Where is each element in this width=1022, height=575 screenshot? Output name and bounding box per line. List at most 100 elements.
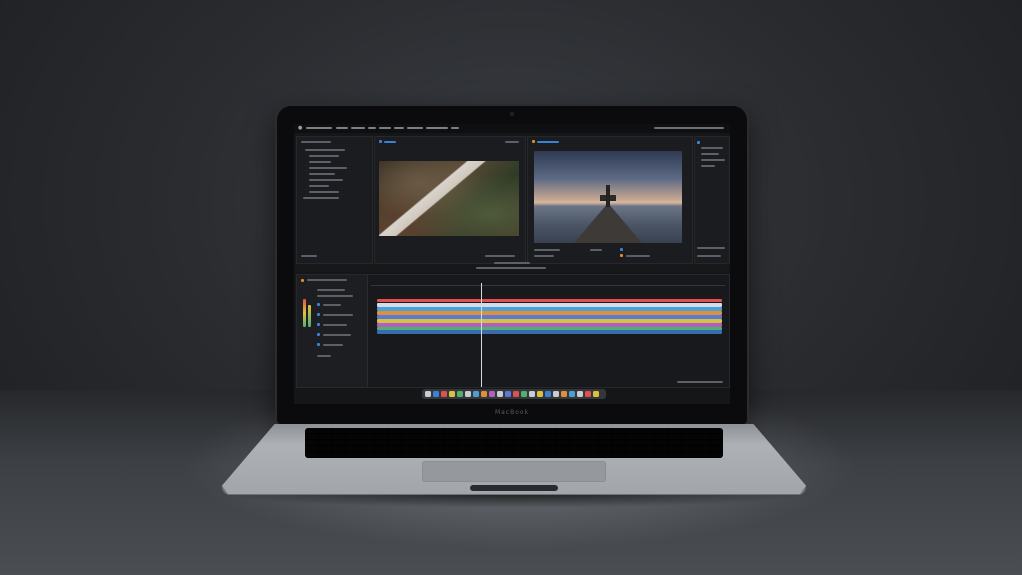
menu-item[interactable] [368, 127, 376, 129]
program-info [534, 255, 554, 257]
monitor-controls[interactable] [505, 141, 519, 143]
menu-bar: ● [294, 124, 730, 133]
monitor-tab-label[interactable] [384, 141, 396, 143]
track-label [323, 304, 341, 306]
panel-footer [697, 247, 725, 249]
dock-app-icon[interactable] [489, 391, 495, 397]
program-monitor [527, 136, 693, 264]
trackpad [422, 461, 606, 482]
program-video-frame [534, 151, 682, 243]
timeline-footer [677, 381, 723, 383]
dock-app-icon[interactable] [593, 391, 599, 397]
dock [422, 389, 606, 399]
list-item[interactable] [701, 153, 719, 155]
audio-meter [303, 299, 306, 327]
track-icon[interactable] [317, 313, 320, 316]
menu-item[interactable] [336, 127, 348, 129]
list-item[interactable] [701, 159, 725, 161]
laptop-lid: ● MacBook [277, 106, 747, 424]
timeline-tab[interactable] [301, 279, 304, 282]
dock-app-icon[interactable] [465, 391, 471, 397]
menu-item[interactable] [407, 127, 423, 129]
track-icon[interactable] [317, 303, 320, 306]
dock-app-icon[interactable] [473, 391, 479, 397]
list-item[interactable] [309, 167, 347, 169]
dock-app-icon[interactable] [505, 391, 511, 397]
pier-lamp [606, 185, 610, 207]
timeline-panel [296, 274, 730, 388]
menu-item[interactable] [394, 127, 404, 129]
playback-buttons[interactable] [476, 267, 546, 269]
list-item[interactable] [309, 155, 339, 157]
timecode [485, 255, 515, 257]
dock-app-icon[interactable] [521, 391, 527, 397]
pier [574, 203, 642, 243]
dock-app-icon[interactable] [457, 391, 463, 397]
apple-icon[interactable]: ● [298, 125, 302, 131]
transport-controls [296, 262, 728, 272]
track-label [323, 344, 343, 346]
list-item[interactable] [701, 147, 723, 149]
laptop-brand-label: MacBook [494, 409, 530, 416]
program-icon[interactable] [620, 248, 623, 251]
dock-app-icon[interactable] [441, 391, 447, 397]
dock-app-icon[interactable] [553, 391, 559, 397]
play-icon[interactable] [494, 262, 530, 264]
time-ruler[interactable] [371, 279, 725, 286]
list-item[interactable] [305, 149, 345, 151]
list-item[interactable] [309, 161, 331, 163]
camera-icon [510, 112, 514, 116]
monitor-tab[interactable] [379, 140, 382, 143]
dock-app-icon[interactable] [497, 391, 503, 397]
track-label [323, 324, 347, 326]
screen: ● [294, 124, 730, 404]
dock-app-icon[interactable] [433, 391, 439, 397]
dock-app-icon[interactable] [577, 391, 583, 397]
list-item[interactable] [701, 165, 715, 167]
program-icon[interactable] [620, 254, 623, 257]
effects-panel [694, 136, 730, 264]
list-item[interactable] [309, 191, 339, 193]
menu-item[interactable] [351, 127, 365, 129]
panel-icon[interactable] [697, 141, 700, 144]
menu-item[interactable] [306, 127, 332, 129]
source-video-frame [379, 161, 519, 236]
menu-item[interactable] [379, 127, 391, 129]
track-icon[interactable] [317, 323, 320, 326]
dock-app-icon[interactable] [449, 391, 455, 397]
dock-app-icon[interactable] [585, 391, 591, 397]
track-label [317, 295, 353, 297]
menu-item[interactable] [451, 127, 459, 129]
dock-app-icon[interactable] [513, 391, 519, 397]
list-item[interactable] [309, 179, 343, 181]
dock-app-icon[interactable] [537, 391, 543, 397]
dock-app-icon[interactable] [425, 391, 431, 397]
track-label [317, 289, 345, 291]
sequence-name [307, 279, 347, 281]
status-icons [654, 127, 724, 129]
dock-app-icon[interactable] [545, 391, 551, 397]
program-info [590, 249, 602, 251]
monitor-tab-label[interactable] [537, 141, 559, 143]
dock-app-icon[interactable] [481, 391, 487, 397]
panel-header [301, 141, 331, 143]
list-item[interactable] [303, 197, 339, 199]
program-info [626, 255, 650, 257]
menu-item[interactable] [426, 127, 448, 129]
list-item[interactable] [309, 173, 335, 175]
list-item[interactable] [309, 185, 329, 187]
timeline-clip[interactable] [377, 299, 722, 302]
dock-app-icon[interactable] [569, 391, 575, 397]
monitor-tab[interactable] [532, 140, 535, 143]
program-info [534, 249, 560, 251]
track-icon[interactable] [317, 343, 320, 346]
playhead[interactable] [481, 283, 482, 387]
keyboard [305, 428, 723, 458]
lid-notch [470, 485, 558, 491]
track-icon[interactable] [317, 333, 320, 336]
timeline-clip[interactable] [377, 330, 722, 334]
track-headers [297, 275, 368, 387]
track-label [323, 334, 351, 336]
dock-app-icon[interactable] [561, 391, 567, 397]
dock-app-icon[interactable] [529, 391, 535, 397]
